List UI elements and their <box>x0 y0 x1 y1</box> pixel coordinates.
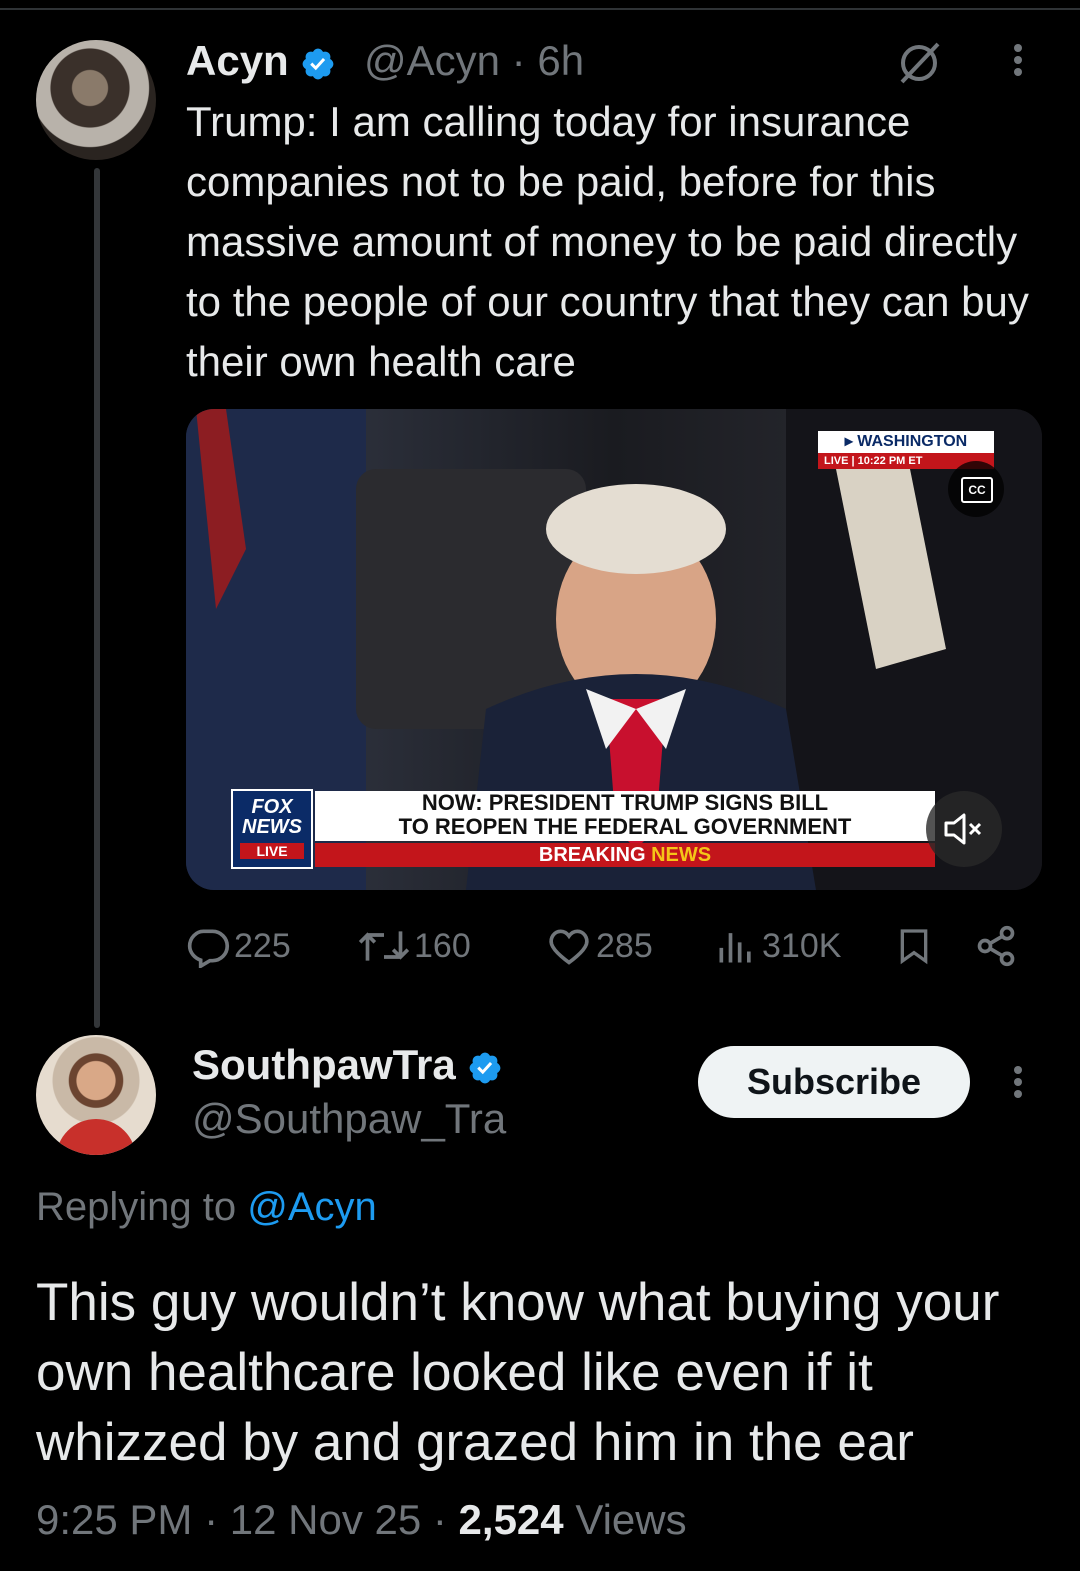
video-player[interactable]: ▸ WASHINGTON LIVE | 10:22 PM ET CC FOX N… <box>186 409 1042 890</box>
heart-icon <box>549 929 589 965</box>
network-live-label: LIVE <box>240 843 304 859</box>
reply-metadata: 9:25 PM · 12 Nov 25 · 2,524 Views <box>36 1496 687 1543</box>
like-action[interactable]: 285 <box>546 918 653 974</box>
network-logo-text: FOX NEWS <box>242 796 302 838</box>
subscribe-button[interactable]: Subscribe <box>698 1046 970 1118</box>
chyron-headline-line1: NOW: PRESIDENT TRUMP SIGNS BILL <box>421 790 829 815</box>
original-more-icon[interactable] <box>1010 40 1026 80</box>
chyron-headline: NOW: PRESIDENT TRUMP SIGNS BILL TO REOPE… <box>315 791 935 841</box>
news-chyron: FOX NEWS LIVE NOW: PRESIDENT TRUMP SIGNS… <box>231 789 991 869</box>
share-icon[interactable] <box>974 924 1018 968</box>
repost-count: 160 <box>414 926 471 965</box>
reply-more-icon[interactable] <box>1010 1062 1026 1102</box>
video-location: WASHINGTON <box>857 433 968 450</box>
reply-author[interactable]: SouthpawTra <box>192 1040 503 1090</box>
verified-badge-icon <box>303 48 334 80</box>
original-author[interactable]: Acyn <box>186 36 336 86</box>
reply-time[interactable]: 9:25 PM <box>36 1496 192 1543</box>
thread-connector <box>94 168 100 1028</box>
reply-date[interactable]: 12 Nov 25 <box>230 1496 421 1543</box>
cc-icon: CC <box>961 477 993 503</box>
breaking-label: BREAKING <box>538 844 646 866</box>
replying-to: Replying to @Acyn <box>36 1185 377 1230</box>
breaking-news-bar: BREAKING NEWS <box>315 843 935 867</box>
reply-handle[interactable]: @Southpaw_Tra <box>192 1094 506 1144</box>
reply-text: This guy wouldn’t know what buying your … <box>36 1273 1000 1472</box>
verified-badge-icon <box>470 1052 501 1084</box>
original-author-name[interactable]: Acyn <box>186 37 289 84</box>
top-divider <box>0 8 1080 10</box>
original-tweet-text: Trump: I am calling today for insurance … <box>186 98 1029 385</box>
reply-count: 225 <box>234 926 291 965</box>
chyron-headline-line2: TO REOPEN THE FEDERAL GOVERNMENT <box>398 814 852 839</box>
replying-prefix: Replying to <box>36 1185 237 1229</box>
southpawtra-avatar[interactable] <box>36 1035 156 1155</box>
video-live-label: LIVE <box>824 455 849 467</box>
reply-icon <box>187 929 230 968</box>
acyn-avatar[interactable] <box>36 40 156 160</box>
replying-to-link[interactable]: @Acyn <box>247 1185 377 1229</box>
reply-views-label: Views <box>575 1496 687 1543</box>
view-count: 310K <box>762 926 842 965</box>
reply-action[interactable]: 225 <box>186 918 291 974</box>
reply-author-name[interactable]: SouthpawTra <box>192 1041 456 1088</box>
like-count: 285 <box>596 926 653 965</box>
mute-button[interactable] <box>926 791 1002 867</box>
bookmark-icon[interactable] <box>894 924 934 968</box>
repost-icon <box>358 931 410 961</box>
analytics-icon <box>719 933 751 963</box>
news-label: NEWS <box>651 844 712 866</box>
fox-news-logo: FOX NEWS LIVE <box>231 789 313 869</box>
video-clock: 10:22 PM ET <box>857 455 923 467</box>
reply-views-count: 2,524 <box>458 1496 564 1543</box>
original-handle-time: @Acyn · 6h <box>364 37 585 84</box>
closed-captions-button[interactable]: CC <box>948 461 1004 517</box>
tweet-actions: 225 160 285 310K <box>186 918 1036 974</box>
views-action[interactable]: 310K <box>714 918 841 974</box>
grok-icon[interactable] <box>894 38 944 88</box>
original-time[interactable]: 6h <box>537 37 584 84</box>
speaker-muted-icon <box>944 813 982 845</box>
original-handle[interactable]: @Acyn <box>364 37 500 84</box>
repost-action[interactable]: 160 <box>358 918 471 974</box>
